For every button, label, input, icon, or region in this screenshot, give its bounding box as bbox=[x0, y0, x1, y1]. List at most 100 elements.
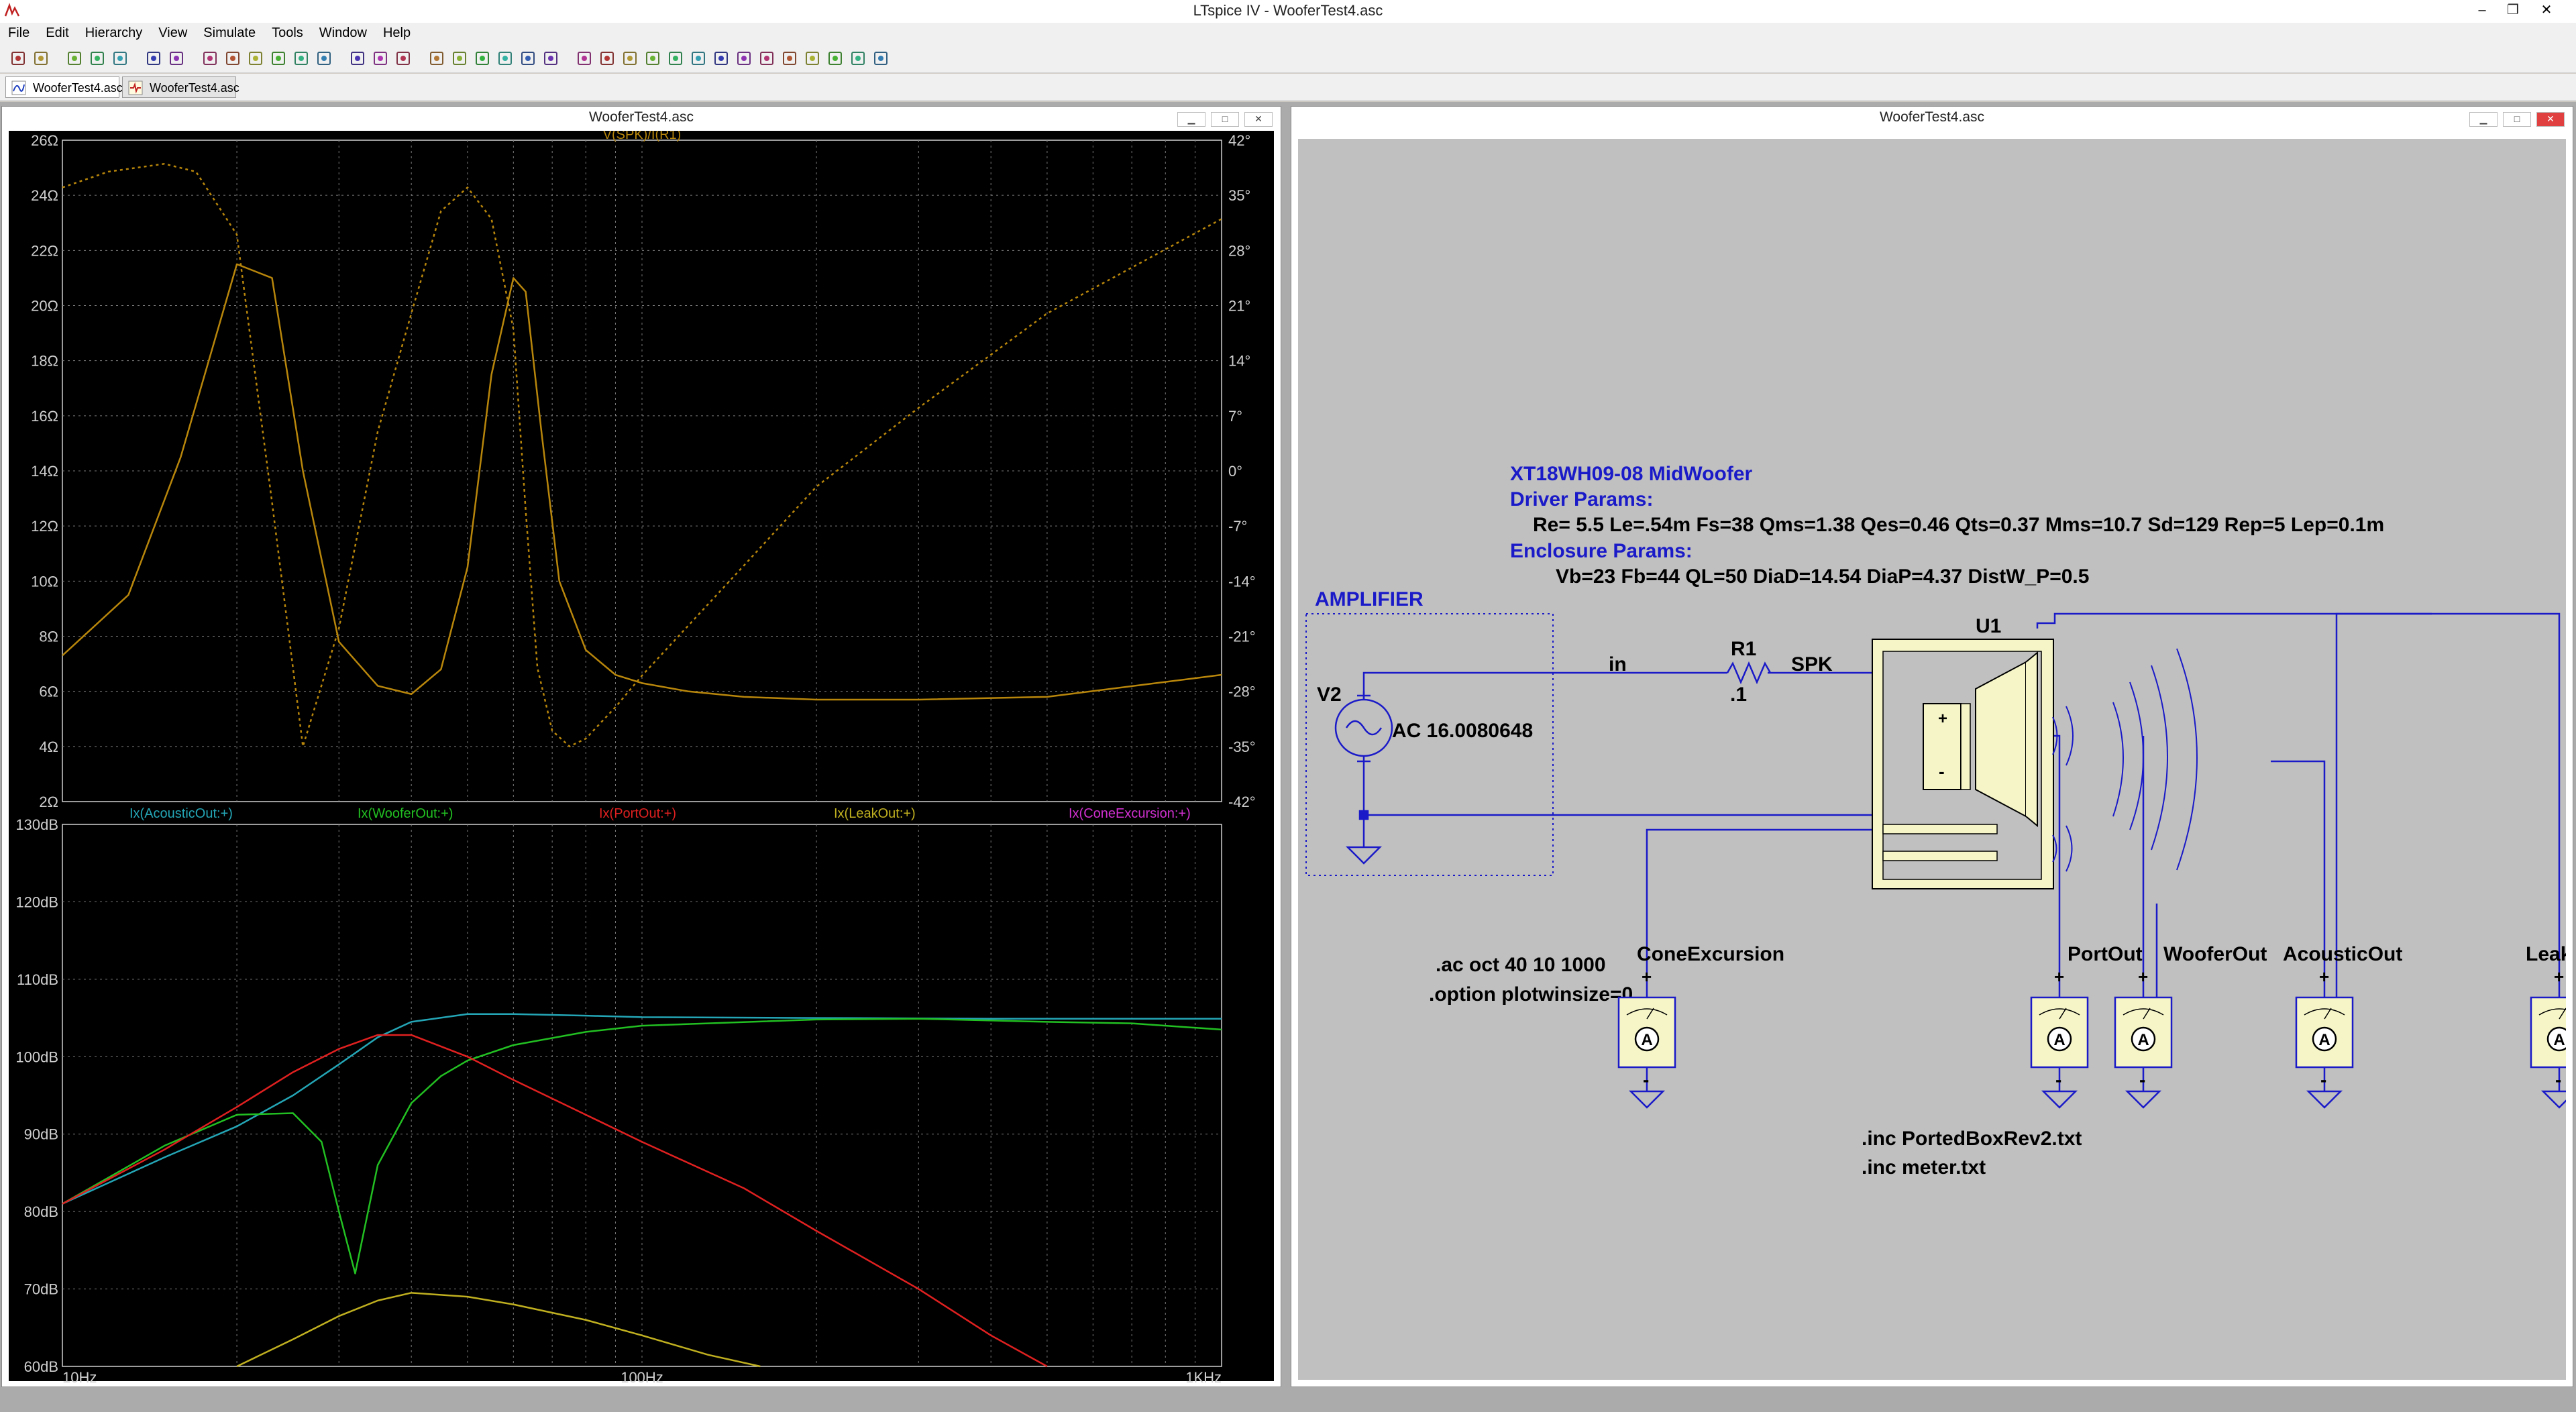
open-icon[interactable] bbox=[32, 50, 50, 67]
y-tick-label: 20Ω bbox=[31, 298, 58, 315]
waveform-plot[interactable]: 26Ω 24Ω 22Ω 20Ω 18Ω 16Ω 14Ω 12Ω 10Ω 8Ω 6Ω 4Ω 2Ω 42° 35… bbox=[9, 127, 1275, 1386]
menu-tools[interactable]: Tools bbox=[264, 23, 311, 41]
tab-waveform[interactable]: WooferTest4.asc bbox=[5, 76, 123, 98]
menu-window[interactable]: Window bbox=[311, 23, 375, 41]
y2-tick-label: -21° bbox=[1228, 629, 1256, 645]
zoom-fit-icon[interactable] bbox=[247, 50, 264, 67]
inc-directive-1: .inc PortedBoxRev2.txt bbox=[1862, 1128, 2082, 1150]
close-icon[interactable]: ✕ bbox=[2536, 112, 2565, 127]
menu-hierarchy[interactable]: Hierarchy bbox=[77, 23, 151, 41]
y-tick-label: 6Ω bbox=[39, 684, 58, 700]
zoom-in-icon[interactable] bbox=[168, 50, 185, 67]
minimize-icon[interactable]: – bbox=[2469, 1, 2496, 19]
inductor-icon[interactable] bbox=[644, 50, 661, 67]
find-icon[interactable] bbox=[451, 50, 468, 67]
print-icon[interactable] bbox=[496, 50, 514, 67]
spice-directive-icon[interactable] bbox=[872, 50, 890, 67]
meter-label: WooferOut bbox=[2163, 943, 2267, 965]
svg-text:+: + bbox=[2319, 967, 2329, 987]
y2-tick-label: 14° bbox=[1228, 353, 1250, 370]
y-tick-label: 18Ω bbox=[31, 353, 58, 370]
text-icon[interactable] bbox=[849, 50, 867, 67]
svg-text:A: A bbox=[1641, 1031, 1652, 1049]
cut-icon[interactable] bbox=[372, 50, 389, 67]
resistor-icon[interactable] bbox=[598, 50, 616, 67]
y-tick-label: 130dB bbox=[15, 816, 58, 833]
menu-file[interactable]: File bbox=[0, 23, 38, 41]
ground-icon[interactable] bbox=[542, 50, 559, 67]
maximize-icon[interactable]: □ bbox=[1211, 112, 1239, 127]
amplifier-label: AMPLIFIER bbox=[1315, 588, 1424, 610]
option-directive: .option plotwinsize=0 bbox=[1429, 983, 1633, 1006]
y2-tick-label: 28° bbox=[1228, 242, 1250, 259]
print-setup-icon[interactable] bbox=[474, 50, 491, 67]
y2-tick-label: 7° bbox=[1228, 408, 1242, 425]
meter-coneexcursion[interactable]: ConeExcursion+ A - bbox=[1617, 943, 1784, 1109]
voltage-source-v2[interactable] bbox=[1334, 692, 1393, 865]
pan-icon[interactable] bbox=[201, 50, 219, 67]
rotate-icon[interactable] bbox=[804, 50, 821, 67]
minimize-icon[interactable]: ▁ bbox=[1177, 112, 1205, 127]
part-title: XT18WH09-08 MidWoofer bbox=[1510, 463, 1752, 485]
capacitor-icon[interactable] bbox=[621, 50, 639, 67]
close-icon[interactable]: ✕ bbox=[2533, 1, 2560, 19]
y-tick-label: 10Ω bbox=[31, 573, 58, 590]
diode-icon[interactable] bbox=[667, 50, 684, 67]
meter-wooferout[interactable]: WooferOut + A - bbox=[2114, 943, 2267, 1109]
legend-entry[interactable]: Ix(WooferOut:+) bbox=[358, 806, 453, 821]
menu-simulate[interactable]: Simulate bbox=[195, 23, 264, 41]
svg-text:+: + bbox=[2554, 967, 2564, 987]
plot-area[interactable]: 26Ω 24Ω 22Ω 20Ω 18Ω 16Ω 14Ω 12Ω 10Ω 8Ω 6Ω 4Ω 2Ω 42° 35… bbox=[9, 127, 1275, 1386]
schematic-drawing[interactable]: XT18WH09-08 MidWoofer Driver Params: Re=… bbox=[1298, 139, 2576, 1380]
restore-icon[interactable]: ❐ bbox=[2500, 1, 2526, 19]
zoom-out-icon[interactable] bbox=[224, 50, 241, 67]
run-icon[interactable] bbox=[111, 50, 129, 67]
menu-help[interactable]: Help bbox=[375, 23, 419, 41]
wire-icon[interactable] bbox=[519, 50, 537, 67]
paste-icon[interactable] bbox=[428, 50, 445, 67]
component-icon[interactable] bbox=[690, 50, 707, 67]
series-ixleakout bbox=[236, 1292, 761, 1368]
cascade-icon[interactable] bbox=[315, 50, 333, 67]
halt-icon[interactable] bbox=[145, 50, 162, 67]
meter-acousticout[interactable]: AcousticOut+ A - bbox=[2283, 943, 2402, 1109]
control-panel-icon[interactable] bbox=[89, 50, 106, 67]
meter-leakout[interactable]: LeakOut+ A - bbox=[2526, 943, 2576, 1109]
move-icon[interactable] bbox=[712, 50, 730, 67]
y-tick-label: 12Ω bbox=[31, 518, 58, 535]
minimize-icon[interactable]: ▁ bbox=[2469, 112, 2498, 127]
redo-icon[interactable] bbox=[781, 50, 798, 67]
legend-entry[interactable]: Ix(LeakOut:+) bbox=[834, 806, 916, 821]
new-schematic-icon[interactable] bbox=[9, 50, 27, 67]
maximize-icon[interactable]: □ bbox=[2503, 112, 2531, 127]
autorange-icon[interactable] bbox=[270, 50, 287, 67]
menu-view[interactable]: View bbox=[150, 23, 195, 41]
driver-params: Re= 5.5 Le=.54m Fs=38 Qms=1.38 Qes=0.46 … bbox=[1533, 514, 2384, 536]
ac-directive: .ac oct 40 10 1000 bbox=[1436, 954, 1606, 976]
close-icon[interactable]: ✕ bbox=[1244, 112, 1273, 127]
tile-vertical-icon[interactable] bbox=[349, 50, 366, 67]
schematic-canvas[interactable]: XT18WH09-08 MidWoofer Driver Params: Re=… bbox=[1298, 139, 2576, 1380]
menu-edit[interactable]: Edit bbox=[38, 23, 76, 41]
copy-icon[interactable] bbox=[394, 50, 412, 67]
undo-icon[interactable] bbox=[758, 50, 775, 67]
tile-horizontal-icon[interactable] bbox=[292, 50, 310, 67]
y-tick-label: 2Ω bbox=[39, 794, 58, 810]
save-icon[interactable] bbox=[66, 50, 83, 67]
enclosure-u1[interactable]: + - bbox=[1872, 639, 2198, 889]
legend-entry[interactable]: Ix(ConeExcursion:+) bbox=[1069, 806, 1191, 821]
mirror-icon[interactable] bbox=[826, 50, 844, 67]
legend-entry[interactable]: Ix(AcousticOut:+) bbox=[129, 806, 233, 821]
svg-text:-: - bbox=[1939, 761, 1945, 781]
resistor-r1[interactable] bbox=[1726, 661, 1772, 685]
y-tick-label: 120dB bbox=[15, 893, 58, 910]
legend-entry[interactable]: Ix(PortOut:+) bbox=[599, 806, 676, 821]
schematic-icon bbox=[128, 80, 143, 95]
tab-schematic[interactable]: WooferTest4.asc bbox=[122, 76, 239, 98]
label-icon[interactable] bbox=[576, 50, 593, 67]
svg-text:+: + bbox=[2138, 967, 2148, 987]
y-tick-label: 110dB bbox=[17, 971, 58, 988]
enclosure-params: Vb=23 Fb=44 QL=50 DiaD=14.54 DiaP=4.37 D… bbox=[1556, 565, 2089, 588]
amplifier-block[interactable] bbox=[1305, 613, 1554, 876]
drag-icon[interactable] bbox=[735, 50, 753, 67]
